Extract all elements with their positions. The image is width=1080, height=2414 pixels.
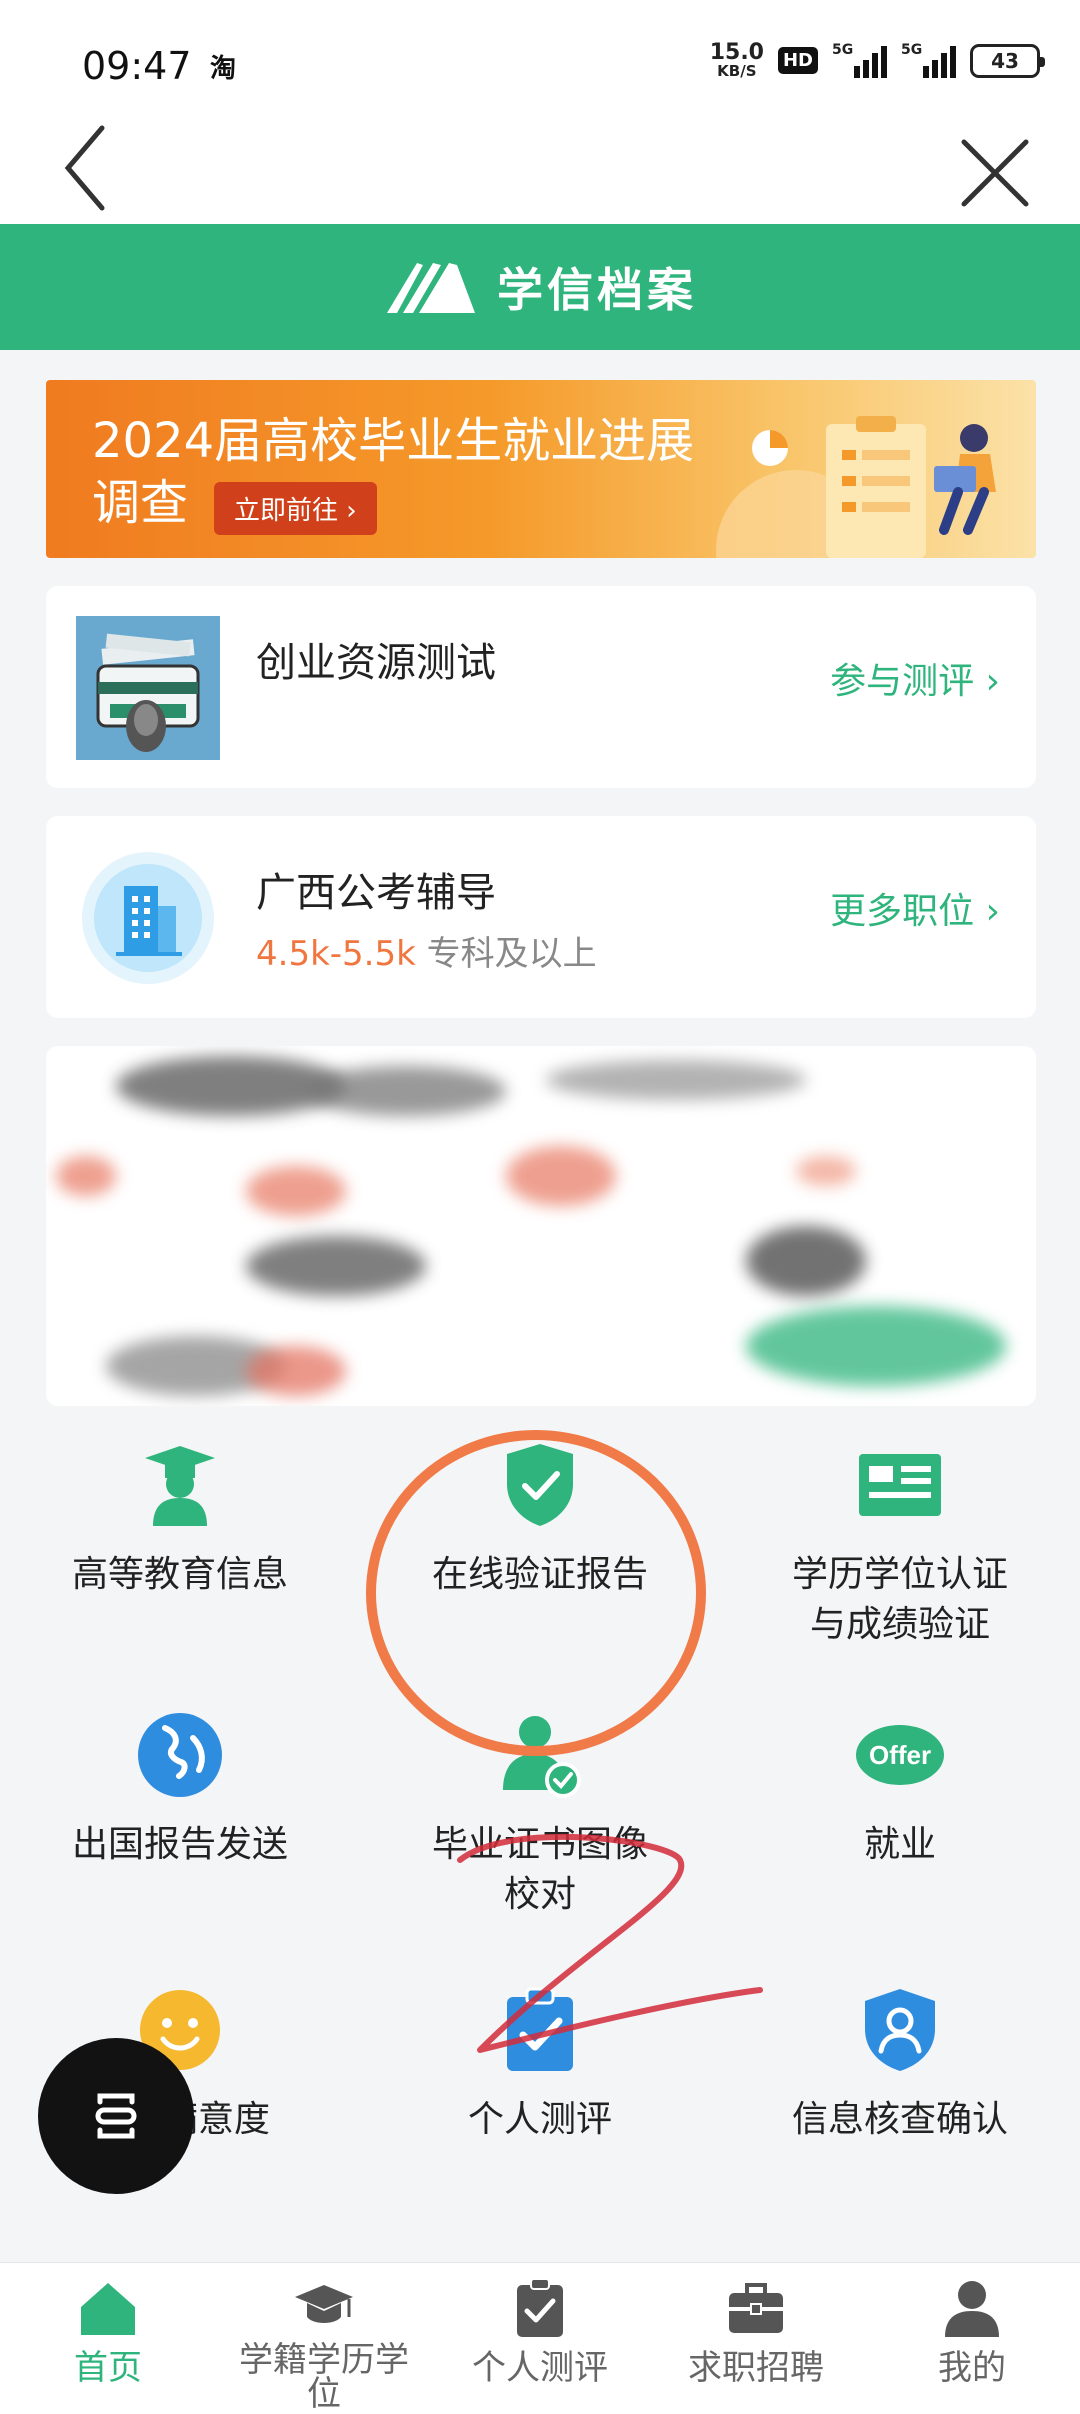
grid-item-personal-assessment[interactable]: 个人测评 (360, 1985, 720, 2145)
chevron-left-icon (64, 125, 105, 211)
status-time: 09:47 (82, 44, 192, 88)
building-icon (82, 852, 214, 984)
entrepreneurship-test-card[interactable]: 创业资源测试 参与测评 › (46, 586, 1036, 788)
status-indicators: 15.0 KB/S HD 5G 5G 43 (710, 41, 1045, 79)
tab-label: 我的 (938, 2348, 1006, 2388)
survey-banner[interactable]: 2024届高校毕业生就业进展调查 立即前往 › (46, 380, 1036, 558)
tab-label: 首页 (74, 2348, 142, 2388)
floating-assistant-button[interactable] (38, 2038, 194, 2194)
grid-item-information-confirmation[interactable]: 信息核查确认 (720, 1985, 1080, 2145)
battery-icon: 43 (970, 43, 1045, 78)
hd-voice-icon: HD (777, 47, 818, 74)
tab-personal-assessment[interactable]: 个人测评 (432, 2263, 648, 2414)
home-icon (81, 2283, 135, 2335)
grid-item-certificate-image-check[interactable]: 毕业证书图像校对 (360, 1710, 720, 1920)
tab-home[interactable]: 首页 (0, 2263, 216, 2414)
grid-label: 出国报告发送 (71, 1824, 288, 1865)
close-icon (961, 139, 1029, 207)
taobao-notification-icon: 淘 (210, 54, 237, 84)
nav-bar (0, 120, 1080, 224)
signal-label: 5G (832, 41, 854, 58)
close-button[interactable] (950, 128, 1040, 218)
grid-item-degree-certification[interactable]: 学历学位认证与成绩验证 (720, 1440, 1080, 1650)
user-icon (945, 2281, 999, 2337)
grid-item-higher-education[interactable]: 高等教育信息 (0, 1440, 360, 1600)
grid-item-overseas-report[interactable]: 出国报告发送 (0, 1710, 360, 1870)
signal-icon: 5G (901, 41, 956, 78)
graduate-icon (145, 1446, 215, 1526)
grid-label: 信息核查确认 (791, 2099, 1008, 2140)
battery-level: 43 (991, 48, 1019, 73)
civil-service-card[interactable]: 广西公考辅导 4.5k-5.5k 专科及以上 更多职位 › (46, 816, 1036, 1018)
salary-range: 4.5k-5.5k (256, 934, 416, 974)
network-speed-value: 15.0 (709, 40, 764, 65)
tab-academic-records[interactable]: 学籍学历学位 (216, 2263, 432, 2414)
survey-illustration-icon (716, 416, 996, 558)
status-bar: 09:47 淘 15.0 KB/S HD 5G 5G 43 (0, 0, 1080, 120)
brand-title: 学信档案 (497, 263, 697, 317)
card-title: 创业资源测试 (256, 640, 496, 686)
education-requirement: 专科及以上 (415, 934, 597, 974)
tab-mine[interactable]: 我的 (864, 2263, 1080, 2414)
grid-item-employment[interactable]: Offer 就业 (720, 1710, 1080, 1870)
banner-go-button[interactable]: 立即前往 › (214, 482, 377, 535)
tab-label: 学籍学历学位 (239, 2340, 409, 2414)
job-requirements: 4.5k-5.5k 专科及以上 (256, 926, 597, 975)
back-button[interactable] (50, 120, 130, 220)
signal-label: 5G (901, 41, 923, 58)
shield-check-icon (507, 1444, 573, 1526)
tab-job-recruitment[interactable]: 求职招聘 (648, 2263, 864, 2414)
brand-header: 学信档案 (0, 224, 1080, 350)
mortarboard-icon (295, 2285, 353, 2323)
grid-label: 就业 (863, 1824, 936, 1865)
briefcase-icon (729, 2283, 783, 2333)
shield-user-icon (865, 1989, 935, 2071)
money-card-thumbnail-icon (76, 616, 220, 760)
redacted-content (46, 1046, 1036, 1406)
card-title: 广西公考辅导 (256, 870, 496, 916)
grid-label: 学历学位认证与成绩验证 (791, 1554, 1008, 1645)
person-check-icon (503, 1716, 581, 1798)
clipboard-check-icon (507, 1987, 573, 2071)
network-speed: 15.0 KB/S (710, 42, 764, 79)
clipboard-check-icon (517, 2278, 563, 2337)
participate-test-link[interactable]: 参与测评 › (830, 652, 1000, 704)
grid-label: 个人测评 (467, 2099, 612, 2140)
globe-icon (138, 1713, 222, 1797)
grid-label: 高等教育信息 (71, 1554, 288, 1595)
id-card-icon (859, 1454, 941, 1516)
offer-icon-text: Offer (869, 1740, 931, 1770)
grid-label: 毕业证书图像校对 (431, 1824, 648, 1915)
signal-icon: 5G (832, 41, 887, 78)
tab-label: 个人测评 (472, 2348, 608, 2388)
more-positions-link[interactable]: 更多职位 › (830, 882, 1000, 934)
screen-capture-icon (95, 2093, 137, 2139)
offer-icon: Offer (856, 1725, 944, 1785)
network-speed-unit: KB/S (717, 62, 757, 80)
banner-title: 2024届高校毕业生就业进展调查 (92, 413, 695, 531)
bottom-tab-bar: 首页 学籍学历学位 个人测评 求职招聘 我的 (0, 2262, 1080, 2414)
grid-item-online-verification-report[interactable]: 在线验证报告 (360, 1440, 720, 1600)
tab-label: 求职招聘 (688, 2348, 824, 2388)
home-content: 2024届高校毕业生就业进展调查 立即前往 › 创业资源测试 参与测评 › 广西… (0, 350, 1080, 2260)
wings-logo-icon (387, 263, 475, 313)
grid-label: 在线验证报告 (431, 1554, 648, 1595)
